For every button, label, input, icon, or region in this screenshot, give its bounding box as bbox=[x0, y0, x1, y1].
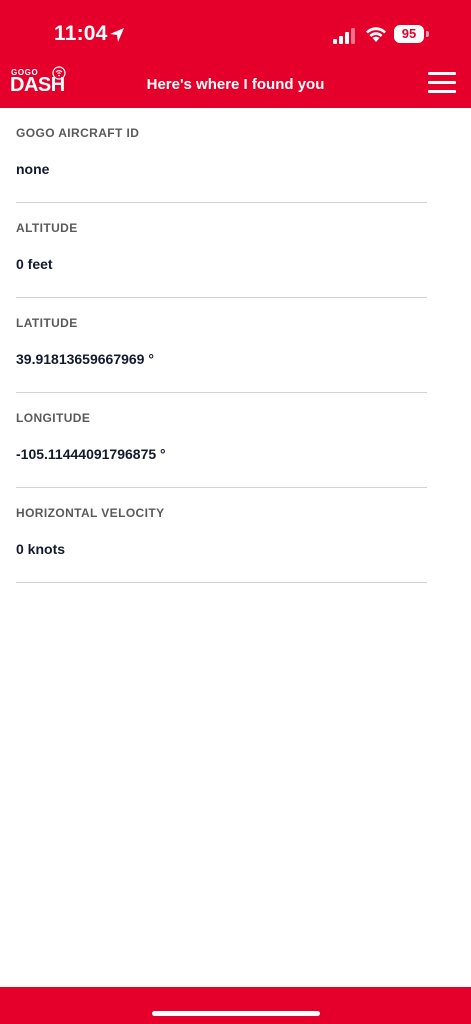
location-arrow-icon bbox=[110, 28, 124, 42]
field-label: HORIZONTAL VELOCITY bbox=[16, 506, 165, 520]
field-label: GOGO AIRCRAFT ID bbox=[16, 126, 140, 140]
bottom-bar bbox=[0, 987, 471, 1024]
app-header: 11:04 95 GOGO DASH Here's where I found … bbox=[0, 0, 471, 108]
field-value: 39.91813659667969 ° bbox=[16, 351, 154, 367]
field-latitude: LATITUDE 39.91813659667969 ° bbox=[16, 298, 427, 393]
field-longitude: LONGITUDE -105.11444091796875 ° bbox=[16, 393, 427, 488]
field-value: 0 knots bbox=[16, 541, 66, 557]
home-indicator[interactable] bbox=[152, 1011, 320, 1016]
location-details-list: GOGO AIRCRAFT ID none ALTITUDE 0 feet LA… bbox=[0, 108, 471, 583]
field-label: ALTITUDE bbox=[16, 221, 78, 235]
field-aircraft-id: GOGO AIRCRAFT ID none bbox=[16, 108, 427, 203]
field-label: LONGITUDE bbox=[16, 411, 91, 425]
field-value: -105.11444091796875 ° bbox=[16, 446, 166, 462]
battery-icon: 95 bbox=[394, 25, 430, 43]
field-horizontal-velocity: HORIZONTAL VELOCITY 0 knots bbox=[16, 488, 427, 583]
field-altitude: ALTITUDE 0 feet bbox=[16, 203, 427, 298]
wifi-icon bbox=[366, 27, 386, 42]
battery-level: 95 bbox=[394, 25, 424, 43]
cellular-signal-icon bbox=[333, 28, 355, 44]
screen: 11:04 95 GOGO DASH Here's where I found … bbox=[0, 0, 471, 1024]
field-value: 0 feet bbox=[16, 256, 53, 272]
field-label: LATITUDE bbox=[16, 316, 78, 330]
field-value: none bbox=[16, 161, 50, 177]
status-time: 11:04 bbox=[54, 22, 108, 45]
page-title: Here's where I found you bbox=[146, 76, 325, 93]
battery-tip bbox=[426, 31, 429, 37]
hamburger-menu-icon[interactable] bbox=[428, 72, 456, 94]
